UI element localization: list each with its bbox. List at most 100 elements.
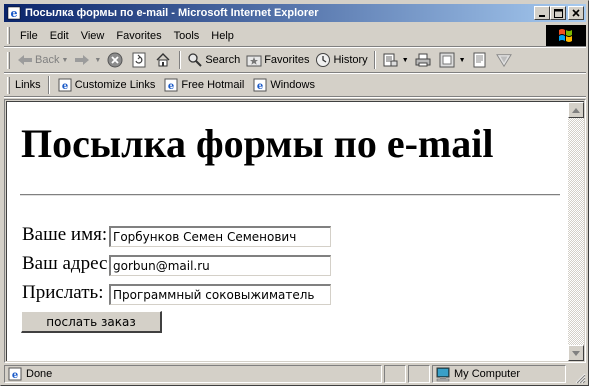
home-button[interactable] — [152, 49, 176, 71]
svg-text:e: e — [62, 81, 68, 92]
toolbar-separator — [373, 51, 376, 69]
back-label: Back — [35, 54, 60, 66]
ie-page-icon: e — [7, 366, 23, 382]
link-label: Free Hotmail — [181, 79, 245, 91]
menu-view[interactable]: View — [75, 30, 111, 42]
messenger-button[interactable] — [493, 49, 517, 71]
scroll-up-arrow-icon — [572, 107, 580, 113]
scroll-up-button[interactable] — [568, 102, 584, 118]
printer-icon — [415, 52, 431, 68]
close-button[interactable] — [568, 6, 584, 20]
back-dropdown-icon[interactable]: ▼ — [61, 57, 68, 64]
menu-tools[interactable]: Tools — [168, 30, 206, 42]
address-input[interactable]: gorbun@mail.ru — [109, 255, 331, 276]
maximize-icon — [553, 8, 563, 18]
status-panel-progress — [384, 365, 406, 383]
content-frame: Посылка формы по e-mail Ваше имя: Горбун… — [4, 99, 586, 363]
forward-dropdown-icon[interactable]: ▼ — [94, 57, 101, 64]
toolbar-grip[interactable] — [7, 51, 10, 69]
window-controls — [534, 6, 584, 20]
menu-help[interactable]: Help — [205, 30, 240, 42]
history-button[interactable]: History — [312, 49, 370, 71]
ie-page-icon: e — [163, 77, 179, 93]
status-text: Done — [26, 368, 53, 380]
history-label: History — [333, 54, 368, 66]
refresh-icon — [131, 52, 147, 68]
status-panel-security — [408, 365, 430, 383]
links-grip[interactable] — [7, 76, 10, 94]
status-panel-zone: My Computer — [432, 365, 566, 383]
name-label: Ваше имя: — [22, 224, 108, 245]
mail-dropdown-icon[interactable]: ▼ — [402, 57, 409, 64]
link-free-hotmail[interactable]: e Free Hotmail — [159, 77, 248, 93]
minimize-button[interactable] — [534, 6, 550, 20]
links-label[interactable]: Links — [14, 79, 45, 91]
form-row-address: Ваш адрес: — [22, 253, 113, 275]
links-separator-line — [4, 96, 586, 98]
ie-page-icon: e — [57, 77, 73, 93]
svg-text:e: e — [12, 370, 18, 381]
toolbar-separator — [179, 51, 182, 69]
status-panel-main: e Done — [4, 365, 382, 383]
history-icon — [315, 52, 331, 68]
mail-button[interactable]: ▼ — [379, 49, 412, 71]
horizontal-rule — [20, 194, 560, 196]
search-icon — [187, 52, 203, 68]
maximize-button[interactable] — [550, 6, 566, 20]
discuss-button[interactable] — [469, 49, 493, 71]
favorites-icon — [246, 52, 262, 68]
search-label: Search — [205, 54, 241, 66]
link-windows[interactable]: e Windows — [248, 77, 319, 93]
search-button[interactable]: Search — [184, 49, 243, 71]
name-input[interactable]: Горбунков Семен Семенович — [109, 226, 331, 247]
minimize-icon — [539, 15, 545, 17]
title-bar[interactable]: e Посылка формы по e-mail - Microsoft In… — [4, 4, 586, 22]
mail-icon — [382, 52, 398, 68]
menu-edit[interactable]: Edit — [44, 30, 75, 42]
edit-button[interactable]: ▼ — [436, 49, 469, 71]
menu-file[interactable]: File — [14, 30, 44, 42]
submit-order-button[interactable]: послать заказ — [21, 311, 162, 333]
forward-arrow-icon — [74, 52, 90, 68]
favorites-button[interactable]: Favorites — [243, 49, 312, 71]
address-label: Ваш адрес: — [22, 253, 113, 274]
favorites-label: Favorites — [264, 54, 310, 66]
standard-toolbar: Back ▼ ▼ Search Favorites History ▼ ▼ — [4, 48, 586, 72]
link-label: Windows — [270, 79, 315, 91]
menu-grip[interactable] — [7, 27, 10, 44]
link-customize-links[interactable]: e Customize Links — [53, 77, 160, 93]
vertical-scrollbar[interactable] — [568, 102, 584, 361]
links-separator — [47, 76, 50, 94]
stop-icon — [107, 52, 123, 68]
refresh-button[interactable] — [128, 49, 152, 71]
scroll-down-button[interactable] — [568, 345, 584, 361]
ie-page-icon: e — [252, 77, 268, 93]
edit-dropdown-icon[interactable]: ▼ — [459, 57, 466, 64]
scroll-down-arrow-icon — [572, 350, 580, 356]
send-input[interactable]: Программный соковыжиматель — [109, 284, 331, 305]
back-button[interactable]: Back ▼ — [14, 49, 71, 71]
status-bar: e Done My Computer — [4, 365, 586, 384]
page-heading: Посылка формы по e-mail — [21, 121, 494, 166]
svg-text:e: e — [257, 81, 263, 92]
menu-favorites[interactable]: Favorites — [110, 30, 167, 42]
window-title: Посылка формы по e-mail - Microsoft Inte… — [25, 7, 319, 19]
link-label: Customize Links — [74, 79, 156, 91]
form-row-send: Прислать: — [22, 282, 104, 304]
my-computer-icon — [435, 366, 451, 382]
resize-grip-icon[interactable] — [574, 372, 586, 384]
windows-logo-icon — [546, 25, 586, 46]
stop-button[interactable] — [104, 49, 128, 71]
edit-page-icon — [439, 52, 455, 68]
menu-bar: File Edit View Favorites Tools Help — [4, 25, 586, 46]
web-page: Посылка формы по e-mail Ваше имя: Горбун… — [7, 102, 569, 361]
zone-text: My Computer — [454, 368, 521, 380]
messenger-icon — [495, 52, 512, 68]
back-arrow-icon — [17, 52, 33, 68]
print-button[interactable] — [412, 49, 436, 71]
forward-button[interactable]: ▼ — [71, 49, 104, 71]
svg-text:e: e — [11, 7, 18, 20]
ie-icon: e — [6, 5, 22, 21]
browser-window: e Посылка формы по e-mail - Microsoft In… — [0, 0, 589, 386]
close-icon — [572, 9, 580, 17]
